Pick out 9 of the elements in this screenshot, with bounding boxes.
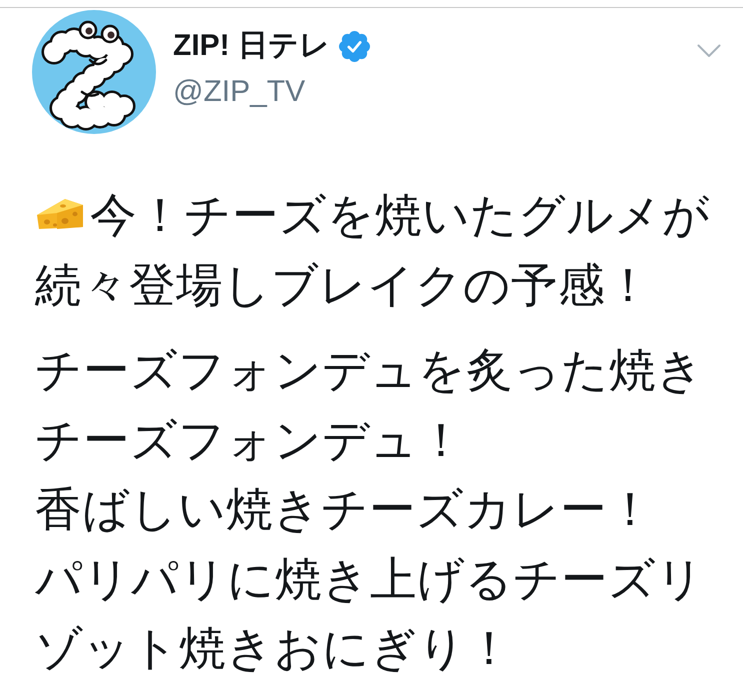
tweet-text: パリパリに焼き上げるチーズリゾット焼きおにぎり！	[35, 550, 705, 677]
account-handle[interactable]: @ZIP_TV	[173, 74, 306, 110]
tweet-text: 続々登場しブレイクの予感！	[35, 256, 652, 314]
display-name[interactable]: ZIP! 日テレ	[173, 28, 330, 64]
tweet-text: 香ばしい焼きチーズカレー！	[35, 481, 654, 538]
tweet-text: チーズフォンデュを炙った焼きチーズフォンデュ！	[35, 342, 705, 468]
tweet-text: 今！チーズを焼いたグルメが	[90, 187, 710, 244]
cloud-character-avatar-icon[interactable]	[32, 10, 156, 134]
cheese-icon	[35, 196, 85, 231]
